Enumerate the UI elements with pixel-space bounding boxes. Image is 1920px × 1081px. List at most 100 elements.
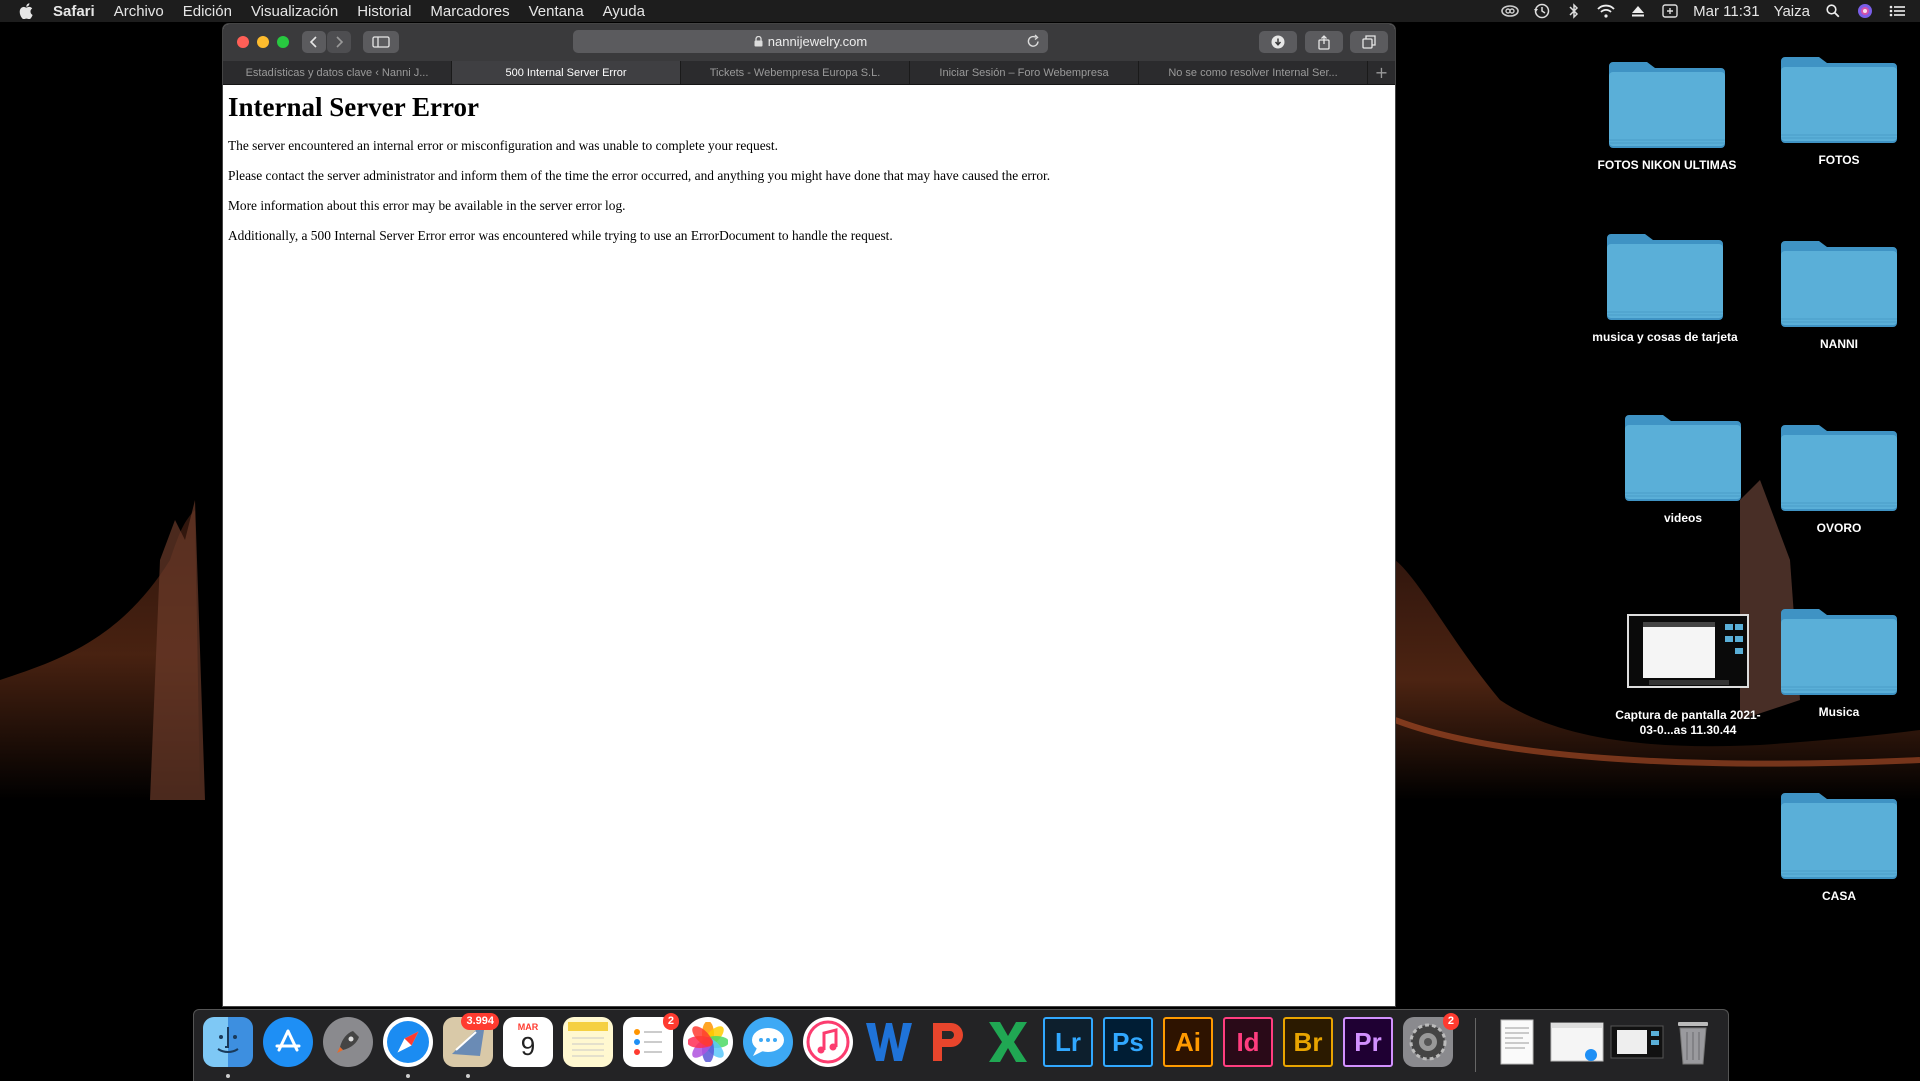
tab-tickets[interactable]: Tickets - Webempresa Europa S.L. — [681, 61, 910, 84]
window-minimize-button[interactable] — [257, 36, 269, 48]
error-paragraph: Additionally, a 500 Internal Server Erro… — [228, 228, 893, 243]
menu-app-name[interactable]: Safari — [53, 3, 95, 20]
page-content: Internal Server Error The server encount… — [223, 85, 1395, 1006]
desktop-folder-musica[interactable]: Musica — [1764, 603, 1914, 720]
desktop-folder-fotos-nikon[interactable]: FOTOS NIKON ULTIMAS — [1592, 56, 1742, 173]
tab-overview-button[interactable] — [1350, 31, 1388, 53]
screenshot-thumbnail — [1627, 614, 1749, 688]
creative-cloud-icon[interactable] — [1501, 3, 1519, 19]
url-text: nannijewelry.com — [767, 34, 868, 49]
dock-screenshot-icon[interactable] — [1608, 1017, 1666, 1067]
desktop-file-captura[interactable]: Captura de pantalla 2021-03-0...as 11.30… — [1613, 614, 1763, 738]
tab-500-error[interactable]: 500 Internal Server Error — [452, 61, 681, 84]
downloads-button[interactable] — [1259, 31, 1297, 53]
safari-window: nannijewelry.com Estadísticas y datos cl… — [223, 24, 1395, 1006]
dock-premiere-icon[interactable]: Pr — [1343, 1017, 1393, 1067]
dock-powerpoint-icon[interactable] — [923, 1017, 973, 1067]
sidebar-toggle-button[interactable] — [363, 31, 399, 53]
menubar-user[interactable]: Yaiza — [1774, 3, 1810, 20]
dock-photos-icon[interactable] — [683, 1017, 733, 1067]
battery-icon[interactable] — [1661, 3, 1679, 19]
siri-icon[interactable] — [1856, 3, 1874, 19]
dock-calendar-icon[interactable]: MAR 9 — [503, 1017, 553, 1067]
download-icon — [1271, 35, 1285, 49]
menu-ventana[interactable]: Ventana — [529, 3, 584, 20]
desktop-item-label: OVORO — [1816, 521, 1862, 535]
share-button[interactable] — [1305, 31, 1343, 53]
dock-photoshop-icon[interactable]: Ps — [1103, 1017, 1153, 1067]
menu-archivo[interactable]: Archivo — [114, 3, 164, 20]
tab-iniciar-sesion[interactable]: Iniciar Sesión – Foro Webempresa — [910, 61, 1139, 84]
running-indicator — [226, 1074, 230, 1078]
desktop-item-label: FOTOS — [1818, 153, 1860, 167]
desktop-item-label: CASA — [1821, 889, 1856, 903]
dock-mail-icon[interactable]: 3.994 — [443, 1013, 499, 1067]
error-paragraph: More information about this error may be… — [228, 198, 626, 213]
status-area: Mar 11:31 Yaiza — [1501, 0, 1920, 22]
wifi-icon[interactable] — [1597, 3, 1615, 19]
dock-document-icon[interactable] — [1492, 1017, 1542, 1067]
running-indicator — [466, 1074, 470, 1078]
eject-icon[interactable] — [1629, 3, 1647, 19]
dock-safari-icon[interactable] — [383, 1017, 433, 1067]
reminders-badge: 2 — [662, 1013, 679, 1030]
menubar-clock[interactable]: Mar 11:31 — [1693, 3, 1759, 20]
menu-edicion[interactable]: Edición — [183, 3, 232, 20]
dock-bridge-icon[interactable]: Br — [1283, 1017, 1333, 1067]
back-button[interactable] — [302, 31, 326, 53]
address-bar[interactable]: nannijewelry.com — [573, 30, 1048, 53]
tab-bar: Estadísticas y datos clave ‹ Nanni J... … — [223, 61, 1395, 85]
folder-icon — [1625, 415, 1741, 501]
spotlight-search-icon[interactable] — [1824, 3, 1842, 19]
dock-excel-icon[interactable] — [983, 1017, 1033, 1067]
reload-icon[interactable] — [1027, 34, 1040, 51]
mail-badge: 3.994 — [461, 1013, 499, 1030]
desktop-folder-videos[interactable]: videos — [1608, 409, 1758, 526]
desktop-folder-musica-tarjeta[interactable]: musica y cosas de tarjeta — [1590, 228, 1740, 345]
menu-visualizacion[interactable]: Visualización — [251, 3, 338, 20]
tab-label: Iniciar Sesión – Foro Webempresa — [939, 66, 1109, 79]
dock-system-preferences-icon[interactable]: 2 — [1403, 1013, 1459, 1067]
desktop-folder-fotos[interactable]: FOTOS — [1764, 51, 1914, 168]
time-machine-icon[interactable] — [1533, 3, 1551, 19]
desktop-folder-casa[interactable]: CASA — [1764, 787, 1914, 904]
forward-button[interactable] — [327, 31, 351, 53]
dock-messages-icon[interactable] — [743, 1017, 793, 1067]
dock-lightroom-icon[interactable]: Lr — [1043, 1017, 1093, 1067]
dock-window-thumbnail-icon[interactable] — [1548, 1017, 1606, 1067]
new-tab-button[interactable]: + — [1368, 61, 1395, 84]
dock-separator — [1475, 1018, 1476, 1072]
tab-label: Estadísticas y datos clave ‹ Nanni J... — [245, 66, 429, 79]
desktop-item-label: NANNI — [1820, 337, 1858, 351]
dock-app-store-icon[interactable] — [263, 1017, 313, 1067]
tabs-overview-icon — [1362, 35, 1376, 49]
dock-launchpad-icon[interactable] — [323, 1017, 373, 1067]
window-zoom-button[interactable] — [277, 36, 289, 48]
browser-toolbar: nannijewelry.com — [223, 24, 1395, 62]
chevron-left-icon — [309, 36, 317, 48]
apple-logo-icon[interactable] — [19, 2, 37, 20]
menu-marcadores[interactable]: Marcadores — [430, 3, 509, 20]
folder-icon — [1781, 425, 1897, 511]
menu-ayuda[interactable]: Ayuda — [603, 3, 645, 20]
folder-icon — [1607, 234, 1723, 320]
dock-itunes-icon[interactable] — [803, 1017, 853, 1067]
share-icon — [1318, 34, 1330, 50]
menu-historial[interactable]: Historial — [357, 3, 411, 20]
window-close-button[interactable] — [237, 36, 249, 48]
folder-icon — [1781, 609, 1897, 695]
dock-finder-icon[interactable] — [203, 1017, 253, 1067]
dock-indesign-icon[interactable]: Id — [1223, 1017, 1273, 1067]
desktop-folder-ovoro[interactable]: OVORO — [1764, 419, 1914, 536]
tab-no-se-como[interactable]: No se como resolver Internal Ser... — [1139, 61, 1368, 84]
dock-notes-icon[interactable] — [563, 1017, 613, 1067]
dock-illustrator-icon[interactable]: Ai — [1163, 1017, 1213, 1067]
tab-estadisticas[interactable]: Estadísticas y datos clave ‹ Nanni J... — [223, 61, 452, 84]
dock-reminders-icon[interactable]: 2 — [623, 1013, 679, 1067]
desktop-item-label: musica y cosas de tarjeta — [1592, 330, 1738, 344]
bluetooth-icon[interactable] — [1565, 3, 1583, 19]
dock-word-icon[interactable] — [863, 1017, 913, 1067]
desktop-folder-nanni[interactable]: NANNI — [1764, 235, 1914, 352]
dock-trash-icon[interactable] — [1668, 1017, 1718, 1067]
notification-center-icon[interactable] — [1888, 3, 1906, 19]
